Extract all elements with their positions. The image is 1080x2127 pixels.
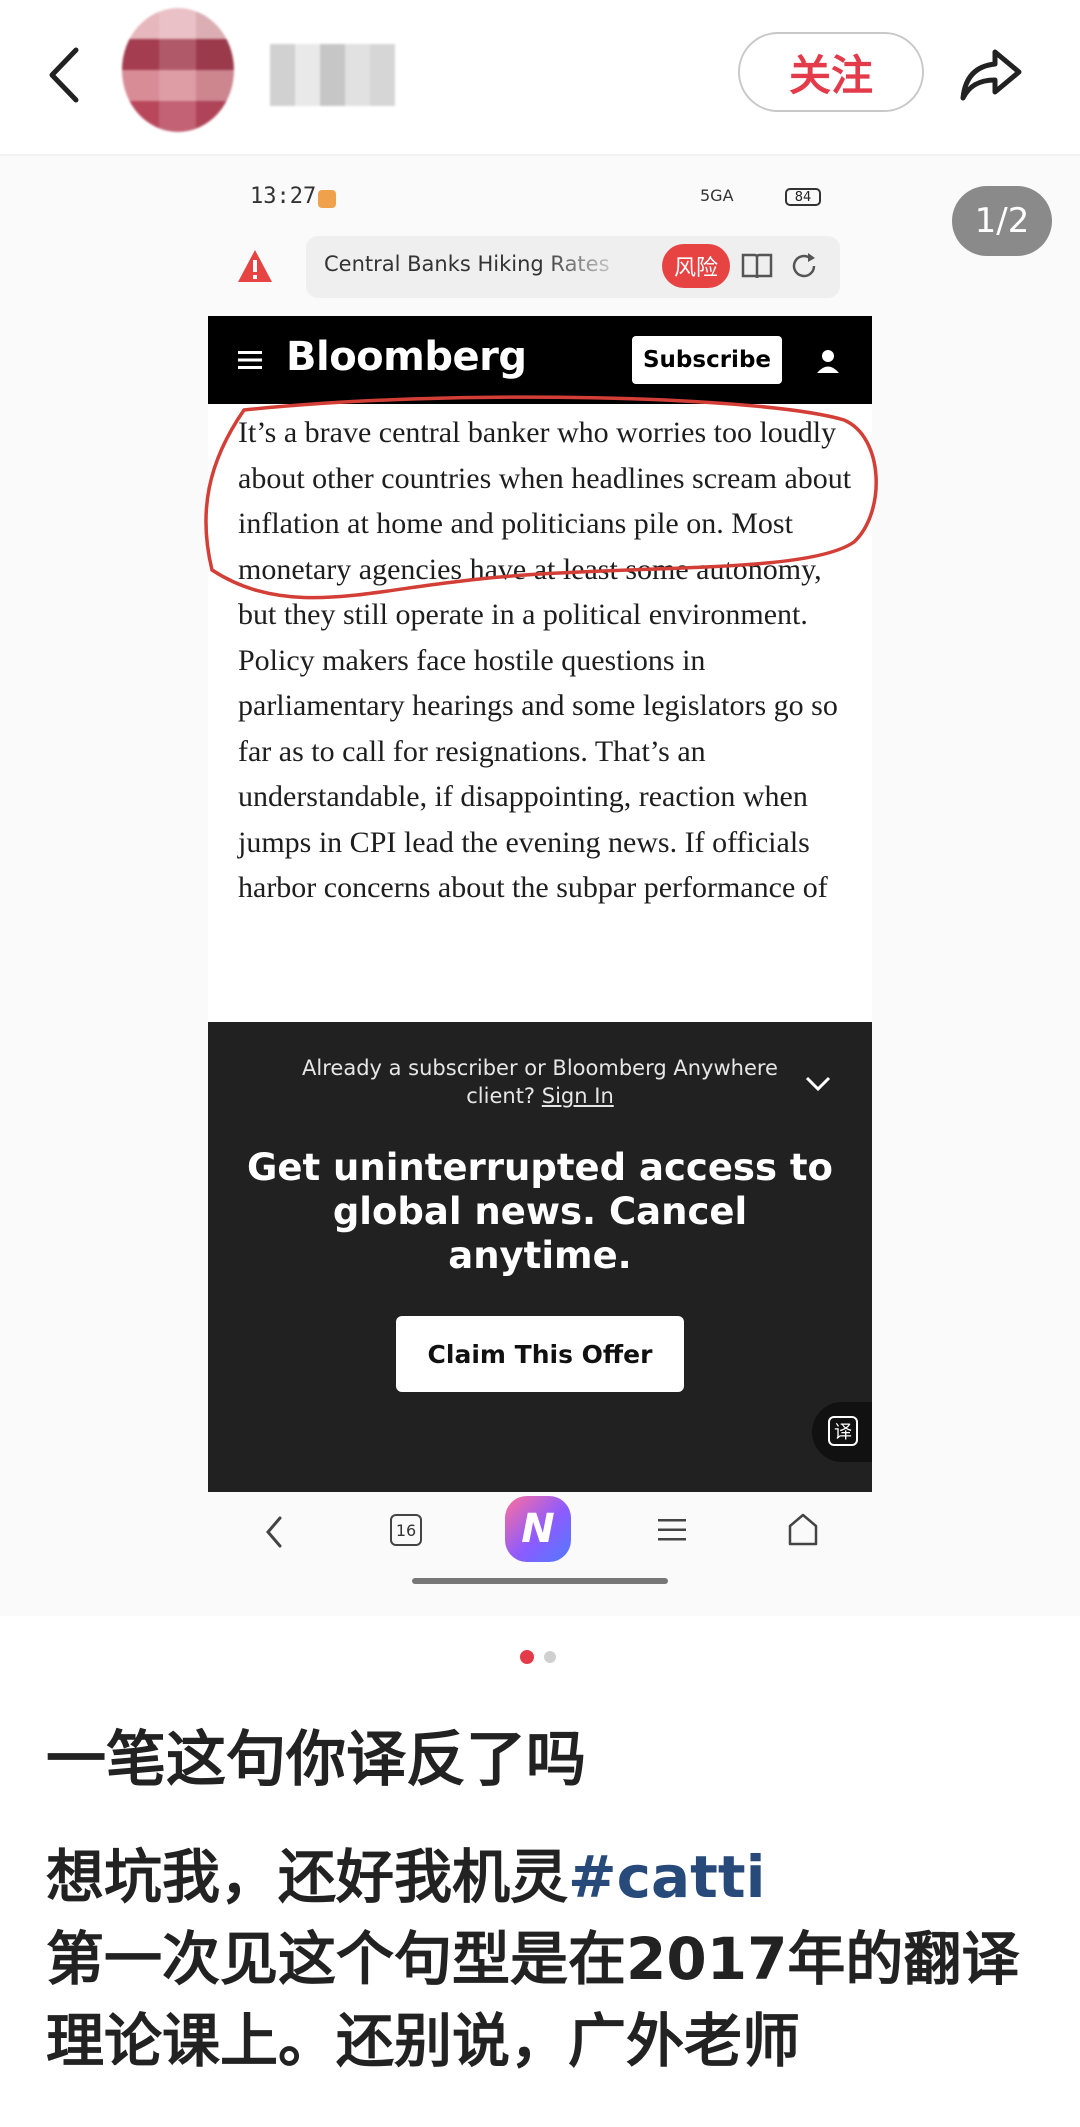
browser-back-icon[interactable]: [260, 1512, 290, 1552]
follow-button[interactable]: 关注: [738, 32, 924, 112]
user-icon[interactable]: [815, 348, 841, 374]
carousel-dot-active[interactable]: [520, 1650, 534, 1664]
signin-prompt: Already a subscriber or Bloomberg Anywhe…: [280, 1054, 800, 1110]
hamburger-menu-icon[interactable]: [236, 348, 264, 372]
back-arrow-icon[interactable]: [40, 40, 90, 110]
chevron-down-icon[interactable]: [804, 1074, 832, 1094]
hashtag-link[interactable]: #catti: [568, 1843, 765, 1911]
notification-icon: [318, 190, 336, 208]
network-indicator: 5GA: [700, 186, 734, 205]
tabs-button[interactable]: 16: [390, 1514, 422, 1546]
status-time: 13:27: [250, 184, 317, 209]
username-blurred[interactable]: [270, 44, 395, 106]
post-body-rest: 第一次见这个句型是在2017年的翻译理论课上。还别说，广外老师: [46, 1925, 1020, 2075]
share-icon[interactable]: [955, 38, 1027, 110]
carousel-dot[interactable]: [544, 1651, 556, 1663]
subscribe-button[interactable]: Subscribe: [632, 336, 782, 384]
avatar[interactable]: [122, 8, 234, 132]
image-page-counter: 1/2: [952, 186, 1052, 256]
url-fade: [540, 248, 630, 288]
bloomberg-logo[interactable]: Bloomberg: [286, 334, 527, 380]
translate-label: 译: [828, 1416, 858, 1446]
handdrawn-circle-annotation: [204, 395, 878, 600]
home-icon[interactable]: [786, 1512, 820, 1548]
assistant-app-button[interactable]: N: [505, 1496, 571, 1562]
home-indicator: [412, 1578, 668, 1584]
post-body-prefix: 想坑我，还好我机灵: [46, 1843, 569, 1911]
post-title: 一笔这句你译反了吗: [46, 1725, 586, 1795]
sign-in-link[interactable]: Sign In: [542, 1084, 614, 1108]
post-body: 想坑我，还好我机灵#catti 第一次见这个句型是在2017年的翻译理论课上。还…: [46, 1836, 1056, 2082]
risk-badge[interactable]: 风险: [662, 244, 730, 288]
translate-icon[interactable]: 译: [812, 1402, 872, 1462]
signin-prompt-text: Already a subscriber or Bloomberg Anywhe…: [302, 1056, 778, 1108]
reload-icon[interactable]: [788, 250, 820, 282]
claim-offer-button[interactable]: Claim This Offer: [396, 1316, 684, 1392]
battery-icon: 84: [785, 188, 821, 206]
offer-headline: Get uninterrupted access to global news.…: [247, 1146, 833, 1277]
reader-mode-icon[interactable]: [740, 250, 774, 282]
menu-icon[interactable]: [656, 1516, 688, 1544]
warning-icon[interactable]: [236, 248, 274, 284]
